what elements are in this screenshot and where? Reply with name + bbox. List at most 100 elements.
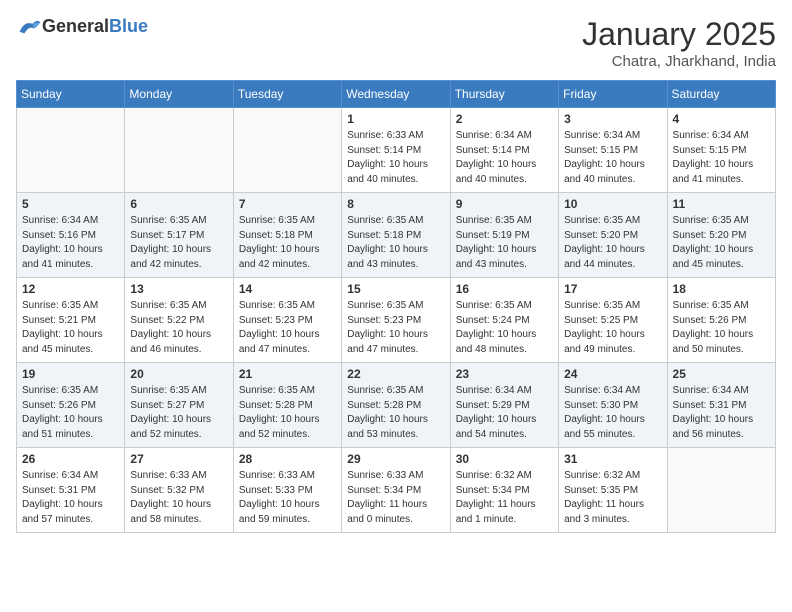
day-number: 22 bbox=[347, 367, 444, 381]
day-number: 14 bbox=[239, 282, 336, 296]
day-number: 31 bbox=[564, 452, 661, 466]
day-info: Sunrise: 6:34 AM Sunset: 5:16 PM Dayligh… bbox=[22, 214, 119, 272]
day-info: Sunrise: 6:35 AM Sunset: 5:23 PM Dayligh… bbox=[347, 299, 444, 357]
calendar-empty-cell bbox=[125, 108, 233, 193]
calendar-day-16: 16 Sunrise: 6:35 AM Sunset: 5:24 PM Dayli… bbox=[450, 278, 558, 363]
page-header: GeneralBlue January 2025 Chatra, Jharkha… bbox=[16, 16, 776, 70]
calendar-day-17: 17 Sunrise: 6:35 AM Sunset: 5:25 PM Dayli… bbox=[559, 278, 667, 363]
weekday-header-row: SundayMondayTuesdayWednesdayThursdayFrid… bbox=[17, 81, 776, 108]
calendar-day-6: 6 Sunrise: 6:35 AM Sunset: 5:17 PM Daylig… bbox=[125, 193, 233, 278]
day-info: Sunrise: 6:34 AM Sunset: 5:31 PM Dayligh… bbox=[673, 384, 770, 442]
day-info: Sunrise: 6:35 AM Sunset: 5:25 PM Dayligh… bbox=[564, 299, 661, 357]
day-info: Sunrise: 6:35 AM Sunset: 5:26 PM Dayligh… bbox=[22, 384, 119, 442]
calendar-empty-cell bbox=[233, 108, 341, 193]
day-number: 3 bbox=[564, 112, 661, 126]
calendar-week-row: 12Sunrise: 6:35 AM Sunset: 5:21 PM Dayli… bbox=[17, 278, 776, 363]
weekday-header-friday: Friday bbox=[559, 81, 667, 108]
calendar-day-26: 26Sunrise: 6:34 AM Sunset: 5:31 PM Dayli… bbox=[17, 448, 125, 533]
day-number: 17 bbox=[564, 282, 661, 296]
calendar-day-19: 19 Sunrise: 6:35 AM Sunset: 5:26 PM Dayli… bbox=[17, 363, 125, 448]
day-number: 27 bbox=[130, 452, 227, 466]
day-number: 7 bbox=[239, 197, 336, 211]
calendar-day-4: 4Sunrise: 6:34 AM Sunset: 5:15 PM Daylig… bbox=[667, 108, 775, 193]
day-info: Sunrise: 6:35 AM Sunset: 5:24 PM Dayligh… bbox=[456, 299, 553, 357]
day-info: Sunrise: 6:34 AM Sunset: 5:14 PM Dayligh… bbox=[456, 129, 553, 187]
day-info: Sunrise: 6:35 AM Sunset: 5:27 PM Dayligh… bbox=[130, 384, 227, 442]
day-number: 29 bbox=[347, 452, 444, 466]
day-info: Sunrise: 6:35 AM Sunset: 5:18 PM Dayligh… bbox=[347, 214, 444, 272]
day-info: Sunrise: 6:35 AM Sunset: 5:28 PM Dayligh… bbox=[347, 384, 444, 442]
calendar-day-23: 23 Sunrise: 6:34 AM Sunset: 5:29 PM Dayli… bbox=[450, 363, 558, 448]
logo-blue-text: Blue bbox=[109, 16, 148, 37]
calendar-day-13: 13 Sunrise: 6:35 AM Sunset: 5:22 PM Dayli… bbox=[125, 278, 233, 363]
calendar-day-12: 12Sunrise: 6:35 AM Sunset: 5:21 PM Dayli… bbox=[17, 278, 125, 363]
day-info: Sunrise: 6:35 AM Sunset: 5:26 PM Dayligh… bbox=[673, 299, 770, 357]
day-info: Sunrise: 6:34 AM Sunset: 5:29 PM Dayligh… bbox=[456, 384, 553, 442]
day-number: 13 bbox=[130, 282, 227, 296]
logo: GeneralBlue bbox=[16, 16, 148, 37]
day-number: 25 bbox=[673, 367, 770, 381]
calendar-week-row: 26Sunrise: 6:34 AM Sunset: 5:31 PM Dayli… bbox=[17, 448, 776, 533]
day-info: Sunrise: 6:35 AM Sunset: 5:28 PM Dayligh… bbox=[239, 384, 336, 442]
day-number: 30 bbox=[456, 452, 553, 466]
day-info: Sunrise: 6:35 AM Sunset: 5:23 PM Dayligh… bbox=[239, 299, 336, 357]
calendar-empty-cell bbox=[17, 108, 125, 193]
day-info: Sunrise: 6:35 AM Sunset: 5:19 PM Dayligh… bbox=[456, 214, 553, 272]
day-number: 2 bbox=[456, 112, 553, 126]
day-info: Sunrise: 6:35 AM Sunset: 5:18 PM Dayligh… bbox=[239, 214, 336, 272]
day-number: 20 bbox=[130, 367, 227, 381]
day-number: 5 bbox=[22, 197, 119, 211]
calendar-day-14: 14 Sunrise: 6:35 AM Sunset: 5:23 PM Dayli… bbox=[233, 278, 341, 363]
day-info: Sunrise: 6:32 AM Sunset: 5:35 PM Dayligh… bbox=[564, 469, 661, 527]
day-number: 16 bbox=[456, 282, 553, 296]
day-number: 23 bbox=[456, 367, 553, 381]
day-info: Sunrise: 6:35 AM Sunset: 5:21 PM Dayligh… bbox=[22, 299, 119, 357]
day-number: 18 bbox=[673, 282, 770, 296]
day-info: Sunrise: 6:32 AM Sunset: 5:34 PM Dayligh… bbox=[456, 469, 553, 527]
calendar-table: SundayMondayTuesdayWednesdayThursdayFrid… bbox=[16, 80, 776, 533]
day-info: Sunrise: 6:34 AM Sunset: 5:30 PM Dayligh… bbox=[564, 384, 661, 442]
calendar-day-25: 25 Sunrise: 6:34 AM Sunset: 5:31 PM Dayli… bbox=[667, 363, 775, 448]
location: Chatra, Jharkhand, India bbox=[582, 53, 776, 70]
day-info: Sunrise: 6:33 AM Sunset: 5:34 PM Dayligh… bbox=[347, 469, 444, 527]
weekday-header-monday: Monday bbox=[125, 81, 233, 108]
calendar-day-8: 8Sunrise: 6:35 AM Sunset: 5:18 PM Daylig… bbox=[342, 193, 450, 278]
calendar-day-7: 7 Sunrise: 6:35 AM Sunset: 5:18 PM Daylig… bbox=[233, 193, 341, 278]
calendar-day-29: 29 Sunrise: 6:33 AM Sunset: 5:34 PM Dayli… bbox=[342, 448, 450, 533]
calendar-day-31: 31 Sunrise: 6:32 AM Sunset: 5:35 PM Dayli… bbox=[559, 448, 667, 533]
day-number: 26 bbox=[22, 452, 119, 466]
weekday-header-sunday: Sunday bbox=[17, 81, 125, 108]
day-number: 1 bbox=[347, 112, 444, 126]
day-info: Sunrise: 6:33 AM Sunset: 5:14 PM Dayligh… bbox=[347, 129, 444, 187]
calendar-day-10: 10Sunrise: 6:35 AM Sunset: 5:20 PM Dayli… bbox=[559, 193, 667, 278]
calendar-day-20: 20 Sunrise: 6:35 AM Sunset: 5:27 PM Dayli… bbox=[125, 363, 233, 448]
weekday-header-wednesday: Wednesday bbox=[342, 81, 450, 108]
day-number: 24 bbox=[564, 367, 661, 381]
day-info: Sunrise: 6:33 AM Sunset: 5:33 PM Dayligh… bbox=[239, 469, 336, 527]
day-info: Sunrise: 6:35 AM Sunset: 5:17 PM Dayligh… bbox=[130, 214, 227, 272]
day-info: Sunrise: 6:33 AM Sunset: 5:32 PM Dayligh… bbox=[130, 469, 227, 527]
day-number: 6 bbox=[130, 197, 227, 211]
day-info: Sunrise: 6:35 AM Sunset: 5:22 PM Dayligh… bbox=[130, 299, 227, 357]
weekday-header-thursday: Thursday bbox=[450, 81, 558, 108]
calendar-week-row: 1 Sunrise: 6:33 AM Sunset: 5:14 PM Daylig… bbox=[17, 108, 776, 193]
day-number: 28 bbox=[239, 452, 336, 466]
month-title: January 2025 bbox=[582, 16, 776, 53]
day-info: Sunrise: 6:34 AM Sunset: 5:15 PM Dayligh… bbox=[564, 129, 661, 187]
calendar-day-2: 2 Sunrise: 6:34 AM Sunset: 5:14 PM Daylig… bbox=[450, 108, 558, 193]
calendar-day-5: 5 Sunrise: 6:34 AM Sunset: 5:16 PM Daylig… bbox=[17, 193, 125, 278]
logo-general-text: General bbox=[42, 16, 109, 37]
calendar-day-18: 18 Sunrise: 6:35 AM Sunset: 5:26 PM Dayli… bbox=[667, 278, 775, 363]
day-info: Sunrise: 6:35 AM Sunset: 5:20 PM Dayligh… bbox=[673, 214, 770, 272]
calendar-day-15: 15 Sunrise: 6:35 AM Sunset: 5:23 PM Dayli… bbox=[342, 278, 450, 363]
weekday-header-saturday: Saturday bbox=[667, 81, 775, 108]
calendar-day-21: 21Sunrise: 6:35 AM Sunset: 5:28 PM Dayli… bbox=[233, 363, 341, 448]
calendar-week-row: 19 Sunrise: 6:35 AM Sunset: 5:26 PM Dayli… bbox=[17, 363, 776, 448]
day-number: 10 bbox=[564, 197, 661, 211]
calendar-day-3: 3 Sunrise: 6:34 AM Sunset: 5:15 PM Daylig… bbox=[559, 108, 667, 193]
day-number: 19 bbox=[22, 367, 119, 381]
calendar-day-11: 11Sunrise: 6:35 AM Sunset: 5:20 PM Dayli… bbox=[667, 193, 775, 278]
day-number: 15 bbox=[347, 282, 444, 296]
calendar-day-9: 9Sunrise: 6:35 AM Sunset: 5:19 PM Daylig… bbox=[450, 193, 558, 278]
calendar-day-27: 27 Sunrise: 6:33 AM Sunset: 5:32 PM Dayli… bbox=[125, 448, 233, 533]
